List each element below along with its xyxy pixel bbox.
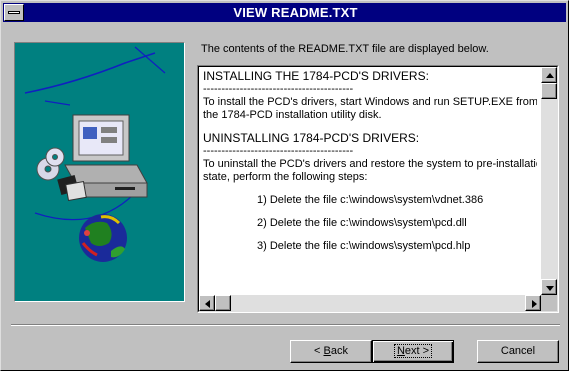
back-button-label: ack [330, 345, 348, 357]
arrow-down-icon [546, 286, 554, 291]
readme-line: state, perform the following steps: [203, 171, 368, 183]
next-button[interactable]: Next > [372, 340, 454, 363]
intro-text: The contents of the README.TXT file are … [201, 43, 489, 55]
window-title: VIEW README.TXT [233, 5, 358, 20]
arrow-left-icon [205, 300, 210, 308]
readme-line: To uninstall the PCD's drivers and resto… [203, 158, 537, 170]
computer-globe-icon [24, 46, 166, 262]
horizontal-scroll-thumb[interactable] [215, 295, 231, 311]
readme-line: ----------------------------------------… [203, 145, 354, 157]
readme-line: 1) Delete the file c:\windows\system\vdn… [257, 194, 484, 206]
system-menu-button[interactable] [4, 4, 24, 21]
scroll-right-button[interactable] [525, 295, 541, 311]
readme-line: INSTALLING THE 1784-PCD'S DRIVERS: [203, 70, 429, 83]
readme-line: the 1784-PCD installation utility disk. [203, 109, 382, 121]
back-button[interactable]: < Back [290, 340, 372, 363]
readme-textbox[interactable]: INSTALLING THE 1784-PCD'S DRIVERS: -----… [197, 65, 559, 313]
readme-line: To install the PCD's drivers, start Wind… [203, 96, 537, 108]
next-button-label: ext > [404, 345, 430, 357]
readme-line: 2) Delete the file c:\windows\system\pcd… [257, 217, 467, 229]
vertical-scrollbar[interactable] [541, 67, 557, 295]
system-menu-icon [8, 11, 20, 14]
setup-illustration [14, 42, 185, 302]
back-button-prefix: < [314, 345, 324, 357]
horizontal-scrollbar[interactable] [199, 295, 541, 311]
scroll-up-button[interactable] [541, 67, 557, 83]
arrow-right-icon [532, 300, 537, 308]
arrow-up-icon [546, 73, 554, 78]
next-button-hotkey: N [396, 345, 405, 357]
setup-dialog: VIEW README.TXT The contents of the READ… [0, 0, 569, 371]
vertical-scroll-thumb[interactable] [541, 83, 557, 99]
readme-line: UNINSTALLING 1784-PCD'S DRIVERS: [203, 131, 420, 145]
scroll-left-button[interactable] [199, 295, 215, 311]
button-separator [11, 324, 560, 326]
scroll-down-button[interactable] [541, 279, 557, 295]
title-bar[interactable]: VIEW README.TXT [3, 3, 566, 22]
scrollbar-corner [541, 295, 557, 311]
readme-line: ----------------------------------------… [203, 83, 354, 95]
cancel-button[interactable]: Cancel [477, 340, 559, 363]
readme-content[interactable]: INSTALLING THE 1784-PCD'S DRIVERS: -----… [203, 70, 537, 292]
readme-line: 3) Delete the file c:\windows\system\pcd… [257, 240, 471, 252]
back-button-hotkey: B [323, 345, 331, 357]
